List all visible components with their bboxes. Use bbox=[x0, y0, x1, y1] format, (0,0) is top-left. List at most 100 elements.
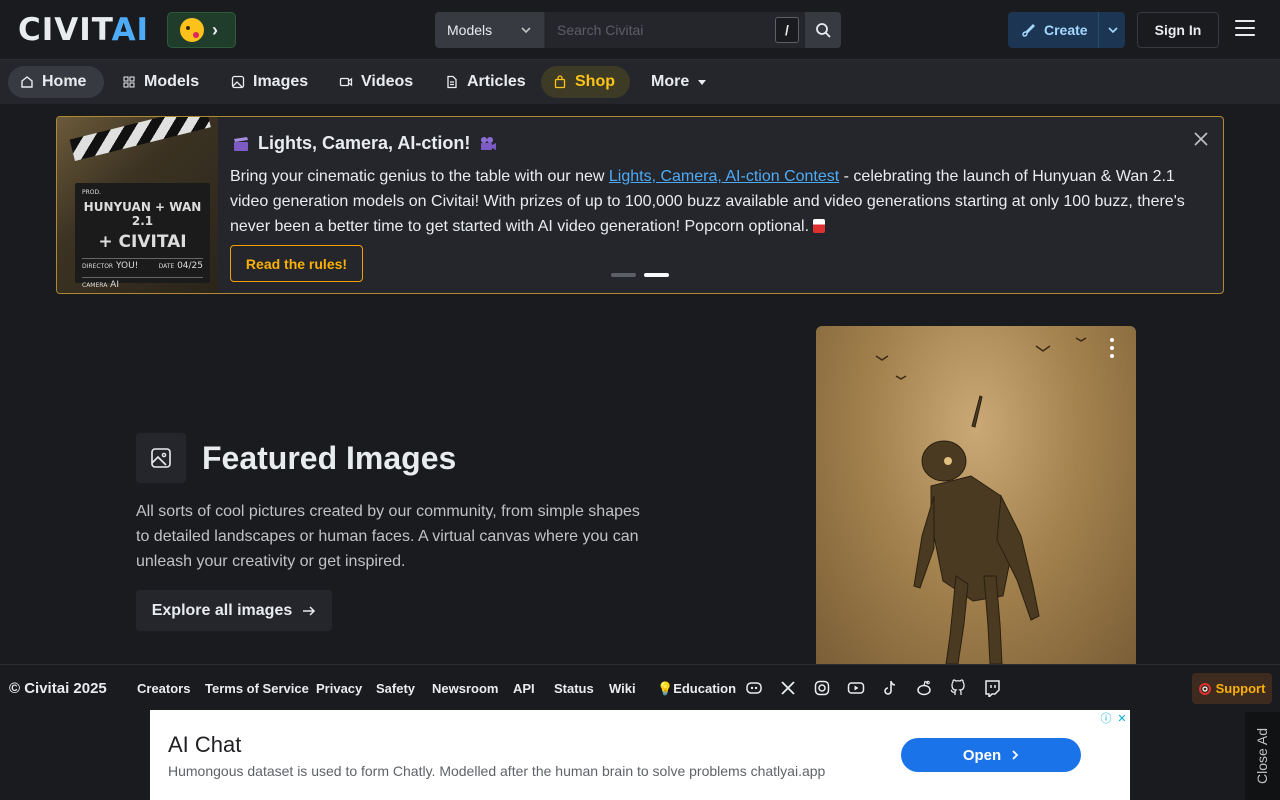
contest-banner: PROD. HUNYUAN + WAN 2.1 + CIVITAI DIRECT… bbox=[56, 116, 1224, 294]
close-ad-button[interactable]: Close Ad bbox=[1245, 712, 1280, 800]
footer-link-newsroom[interactable]: Newsroom bbox=[432, 681, 498, 696]
popcorn-emoji-icon bbox=[813, 219, 826, 233]
home-icon bbox=[21, 76, 33, 88]
youtube-icon[interactable] bbox=[847, 679, 865, 697]
arrow-right-icon bbox=[303, 605, 316, 616]
shopping-bag-icon bbox=[554, 75, 566, 89]
contest-link[interactable]: Lights, Camera, AI-ction Contest bbox=[609, 168, 839, 185]
search-category-select[interactable]: Models bbox=[435, 12, 545, 48]
create-label: Create bbox=[1044, 22, 1088, 38]
instagram-icon[interactable] bbox=[813, 679, 831, 697]
featured-image-card[interactable] bbox=[816, 326, 1136, 664]
nav-shop[interactable]: Shop bbox=[541, 66, 630, 98]
create-divider bbox=[1097, 12, 1099, 48]
nav-home[interactable]: Home bbox=[8, 66, 104, 98]
image-icon bbox=[151, 448, 171, 468]
github-icon[interactable] bbox=[949, 679, 967, 697]
tiktok-icon[interactable] bbox=[881, 679, 899, 697]
clapperboard-image: PROD. HUNYUAN + WAN 2.1 + CIVITAI DIRECT… bbox=[57, 117, 218, 293]
x-icon[interactable] bbox=[779, 679, 797, 697]
nav-images-label: Images bbox=[253, 73, 309, 90]
chevron-right-icon bbox=[1012, 750, 1019, 760]
search-input[interactable] bbox=[545, 12, 805, 48]
carousel-indicators bbox=[611, 273, 669, 277]
top-header: CIVITAI › Models / Create Sign In bbox=[0, 0, 1280, 60]
nav-articles-label: Articles bbox=[467, 73, 526, 90]
clapper-prod: PROD. bbox=[82, 189, 102, 196]
featured-title: Featured Images bbox=[202, 440, 457, 476]
ad-info-icon[interactable]: ⓘ bbox=[1098, 710, 1114, 726]
clapper-line2: + CIVITAI bbox=[98, 232, 187, 252]
footer-link-creators[interactable]: Creators bbox=[137, 681, 190, 696]
lightbulb-icon: 💡 bbox=[657, 681, 674, 696]
search-bar: Models / bbox=[435, 12, 841, 48]
chevron-down-icon bbox=[521, 27, 531, 34]
ad-banner[interactable]: AI Chat Humongous dataset is used to for… bbox=[150, 710, 1130, 800]
nav-videos[interactable]: Videos bbox=[327, 66, 425, 98]
footer-link-api[interactable]: API bbox=[513, 681, 535, 696]
emoji-reaction-button[interactable]: › bbox=[167, 12, 236, 48]
nav-videos-label: Videos bbox=[361, 73, 414, 90]
explore-label: Explore all images bbox=[151, 601, 293, 619]
clapper-row: DIRECTOR YOU! DATE 04/25 bbox=[82, 258, 203, 271]
clapper-emoji-icon bbox=[234, 136, 248, 151]
sign-in-button[interactable]: Sign In bbox=[1137, 12, 1219, 48]
nav-models-label: Models bbox=[144, 73, 200, 90]
movie-camera-emoji-icon bbox=[481, 136, 497, 150]
featured-image-icon bbox=[136, 433, 186, 483]
reddit-icon[interactable] bbox=[915, 679, 933, 697]
carousel-dot-1[interactable] bbox=[611, 273, 636, 277]
lifebuoy-icon bbox=[1198, 682, 1211, 695]
nav-articles[interactable]: Articles bbox=[433, 66, 538, 98]
banner-title-row: Lights, Camera, AI-ction! bbox=[232, 133, 498, 154]
file-icon bbox=[447, 75, 457, 89]
nav-home-label: Home bbox=[42, 73, 87, 90]
chevron-down-icon[interactable] bbox=[1107, 24, 1119, 36]
search-category-label: Models bbox=[447, 22, 493, 38]
clapper-line1: HUNYUAN + WAN 2.1 bbox=[83, 200, 202, 228]
support-button[interactable]: Support bbox=[1192, 673, 1272, 704]
nav-images[interactable]: Images bbox=[219, 66, 320, 98]
search-shortcut-key: / bbox=[775, 17, 799, 43]
search-icon bbox=[816, 23, 831, 38]
ad-open-button[interactable]: Open bbox=[901, 738, 1081, 772]
close-icon[interactable] bbox=[1194, 132, 1208, 146]
image-icon bbox=[231, 75, 245, 89]
copyright-text: © Civitai 2025 bbox=[9, 680, 107, 697]
discord-icon[interactable] bbox=[745, 679, 763, 697]
footer-link-status[interactable]: Status bbox=[554, 681, 594, 696]
banner-title: Lights, Camera, AI-ction! bbox=[258, 133, 471, 153]
close-ad-label: Close Ad bbox=[1254, 727, 1271, 785]
create-button[interactable]: Create bbox=[1008, 12, 1125, 48]
nav-models[interactable]: Models bbox=[110, 66, 211, 98]
ad-close-icon[interactable]: ✕ bbox=[1114, 710, 1130, 726]
ad-title: AI Chat bbox=[168, 732, 242, 757]
banner-description: Bring your cinematic genius to the table… bbox=[230, 168, 1185, 235]
support-label: Support bbox=[1215, 681, 1266, 696]
footer-link-privacy[interactable]: Privacy bbox=[316, 681, 362, 696]
read-rules-button[interactable]: Read the rules! bbox=[230, 245, 363, 282]
footer-link-safety[interactable]: Safety bbox=[376, 681, 415, 696]
logo-main-text: CIVIT bbox=[18, 12, 112, 48]
explore-images-button[interactable]: Explore all images bbox=[136, 590, 332, 631]
footer-link-terms[interactable]: Terms of Service bbox=[205, 681, 309, 696]
footer-link-education[interactable]: 💡Education bbox=[657, 681, 736, 697]
footer-link-wiki[interactable]: Wiki bbox=[609, 681, 636, 696]
clapper-slate: PROD. HUNYUAN + WAN 2.1 + CIVITAI DIRECT… bbox=[75, 183, 210, 290]
clapper-stripes bbox=[69, 117, 211, 161]
logo-accent-text: AI bbox=[111, 12, 150, 48]
carousel-dot-2[interactable] bbox=[644, 273, 669, 277]
civitai-logo[interactable]: CIVITAI bbox=[18, 15, 149, 46]
nav-more-label: More bbox=[651, 73, 690, 90]
more-options-icon[interactable] bbox=[1110, 338, 1116, 362]
main-nav: Home Models Images Videos Articles Shop … bbox=[0, 60, 1280, 104]
search-button[interactable] bbox=[805, 12, 841, 48]
ad-choices-badge[interactable]: ⓘ ✕ bbox=[1098, 710, 1130, 726]
nav-more[interactable]: More bbox=[639, 66, 719, 98]
featured-description: All sorts of cool pictures created by ou… bbox=[136, 503, 640, 570]
hamburger-menu-icon[interactable] bbox=[1235, 20, 1255, 40]
ad-text: Humongous dataset is used to form Chatly… bbox=[168, 763, 826, 779]
kiss-emoji-icon bbox=[180, 18, 204, 42]
twitch-icon[interactable] bbox=[983, 679, 1001, 697]
grid-icon bbox=[123, 76, 135, 88]
